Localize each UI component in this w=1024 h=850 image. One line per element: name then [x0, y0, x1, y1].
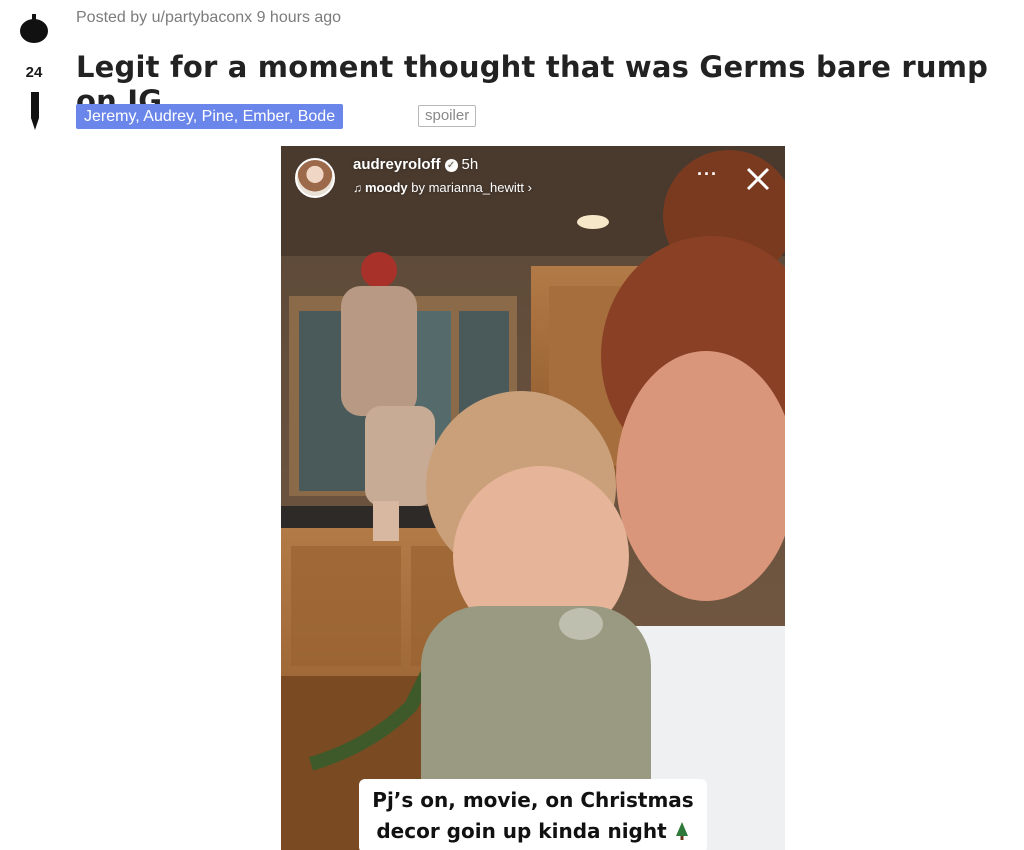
author-link[interactable]: u/partybaconx: [152, 9, 253, 26]
caption-line-2-text: decor goin up kinda night: [376, 819, 667, 843]
more-icon[interactable]: ···: [697, 164, 718, 185]
story-username[interactable]: audreyroloff ✓ 5h: [353, 156, 478, 173]
post-image[interactable]: audreyroloff ✓ 5h ♫ moody by marianna_hewit…: [281, 146, 785, 850]
story-time: 5h: [461, 156, 479, 173]
upvote-icon[interactable]: [19, 12, 49, 44]
story-music[interactable]: ♫ moody by marianna_hewitt ›: [353, 180, 532, 195]
story-header: audreyroloff ✓ 5h ♫ moody by marianna_hewit…: [281, 146, 785, 210]
caption-line-1: Pj’s on, movie, on Christmas: [372, 788, 694, 812]
caption-line-2: decor goin up kinda night: [371, 816, 695, 847]
reddit-post: 24 Posted by u/partybaconx 9 hours ago L…: [0, 0, 1024, 850]
close-icon[interactable]: [743, 164, 773, 194]
story-username-text[interactable]: audreyroloff: [353, 156, 441, 173]
vote-score: 24: [25, 64, 43, 81]
meta-prefix: Posted by: [76, 9, 152, 26]
post-flair[interactable]: Jeremy, Audrey, Pine, Ember, Bode: [76, 104, 344, 129]
music-icon: ♫: [353, 181, 362, 195]
avatar[interactable]: [295, 158, 335, 198]
verified-icon: ✓: [444, 159, 458, 172]
spoiler-tag: spoiler: [418, 105, 477, 127]
music-artist: by marianna_hewitt ›: [407, 180, 532, 195]
music-title: moody: [365, 180, 408, 195]
story-photo: [281, 146, 785, 850]
downvote-icon[interactable]: [29, 92, 41, 130]
christmas-tree-icon: [675, 822, 688, 840]
story-caption: Pj’s on, movie, on Christmas decor goin …: [359, 779, 707, 850]
post-meta: Posted by u/partybaconx 9 hours ago: [76, 9, 341, 27]
post-time: 9 hours ago: [252, 9, 342, 26]
